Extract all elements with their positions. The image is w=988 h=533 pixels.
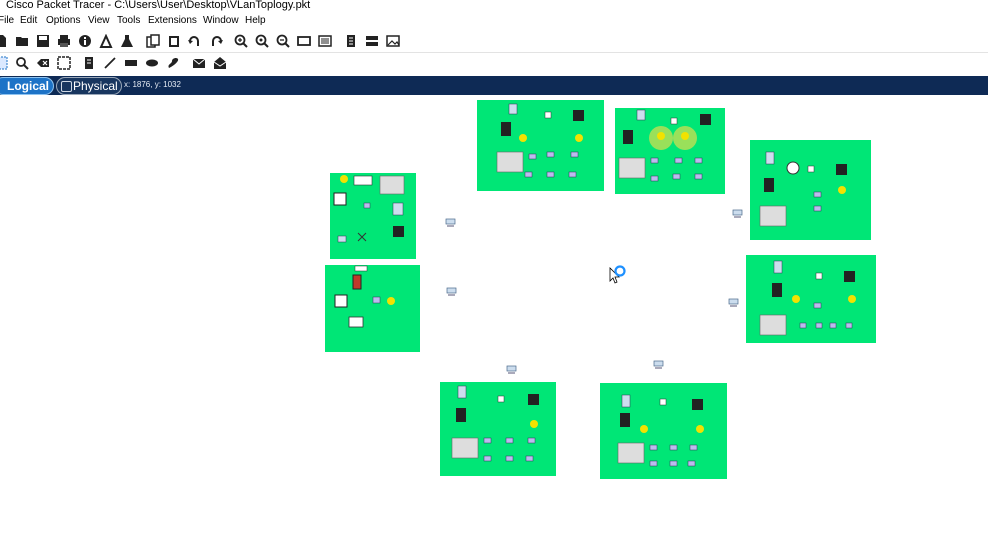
- cluster-view-icon[interactable]: [365, 34, 379, 48]
- physical-workspace-icon: [61, 81, 72, 92]
- note-icon[interactable]: [82, 56, 96, 70]
- cluster-room[interactable]: [330, 173, 416, 259]
- menu-tools[interactable]: Tools: [117, 15, 140, 26]
- zoom-reset-icon[interactable]: [255, 34, 269, 48]
- custom-device-dialog-icon[interactable]: [318, 34, 332, 48]
- ellipse-icon[interactable]: [145, 56, 159, 70]
- title-bar: Cisco Packet Tracer - C:\Users\User\Desk…: [0, 0, 988, 13]
- add-simple-pdu-icon[interactable]: [192, 56, 206, 70]
- menu-window[interactable]: Window: [203, 15, 239, 26]
- switch-icon[interactable]: [506, 364, 517, 376]
- menu-bar: File Edit Options View Tools Extensions …: [0, 13, 988, 29]
- list-icon[interactable]: [344, 34, 358, 48]
- busy-cursor-icon: [609, 265, 626, 284]
- menu-options[interactable]: Options: [46, 15, 80, 26]
- open-icon[interactable]: [15, 34, 29, 48]
- switch-icon[interactable]: [732, 208, 743, 220]
- cluster-room[interactable]: [750, 140, 871, 240]
- zoom-out-icon[interactable]: [276, 34, 290, 48]
- menu-extensions[interactable]: Extensions: [148, 15, 197, 26]
- window-title: Cisco Packet Tracer - C:\Users\User\Desk…: [6, 0, 311, 11]
- tab-logical[interactable]: Logical: [0, 77, 54, 95]
- menu-edit[interactable]: Edit: [20, 15, 37, 26]
- new-icon[interactable]: [0, 34, 8, 48]
- copy-icon[interactable]: [146, 34, 160, 48]
- cluster-room[interactable]: [600, 383, 727, 479]
- cluster-room[interactable]: [325, 265, 420, 352]
- tools-toolbar: [0, 53, 988, 74]
- print-icon[interactable]: [57, 34, 71, 48]
- tab-physical[interactable]: Physical: [56, 77, 122, 95]
- resize-icon[interactable]: [57, 56, 71, 70]
- cluster-room[interactable]: [746, 255, 876, 343]
- drawing-palette-icon[interactable]: [297, 34, 311, 48]
- line-icon[interactable]: [103, 56, 117, 70]
- cluster-room[interactable]: [477, 100, 604, 191]
- undo-icon[interactable]: [188, 34, 202, 48]
- menu-help[interactable]: Help: [245, 15, 266, 26]
- logical-workspace[interactable]: [0, 96, 988, 533]
- save-icon[interactable]: [36, 34, 50, 48]
- rectangle-icon[interactable]: [124, 56, 138, 70]
- image-icon[interactable]: [386, 34, 400, 48]
- cluster-room[interactable]: [440, 382, 556, 476]
- menu-view[interactable]: View: [88, 15, 110, 26]
- menu-file[interactable]: File: [0, 15, 14, 26]
- switch-icon[interactable]: [728, 297, 739, 309]
- switch-icon[interactable]: [653, 359, 664, 371]
- cursor-coordinates: x: 1876, y: 1032: [124, 80, 181, 89]
- add-complex-pdu-icon[interactable]: [213, 56, 227, 70]
- delete-icon[interactable]: [36, 56, 50, 70]
- tab-logical-label: Logical: [7, 79, 50, 93]
- network-wizard-icon[interactable]: [99, 34, 113, 48]
- cluster-room[interactable]: [615, 108, 725, 194]
- redo-icon[interactable]: [209, 34, 223, 48]
- mode-bar: Logical Physical x: 1876, y: 1032: [0, 76, 988, 95]
- freeform-icon[interactable]: [166, 56, 180, 70]
- switch-icon[interactable]: [446, 286, 457, 298]
- select-icon[interactable]: [0, 56, 8, 70]
- main-toolbar: [0, 30, 988, 53]
- custom-icon[interactable]: [120, 34, 134, 48]
- zoom-in-icon[interactable]: [234, 34, 248, 48]
- paste-icon[interactable]: [167, 34, 181, 48]
- inspect-icon[interactable]: [15, 56, 29, 70]
- info-icon[interactable]: [78, 34, 92, 48]
- tab-physical-label: Physical: [73, 79, 118, 93]
- switch-icon[interactable]: [445, 217, 456, 229]
